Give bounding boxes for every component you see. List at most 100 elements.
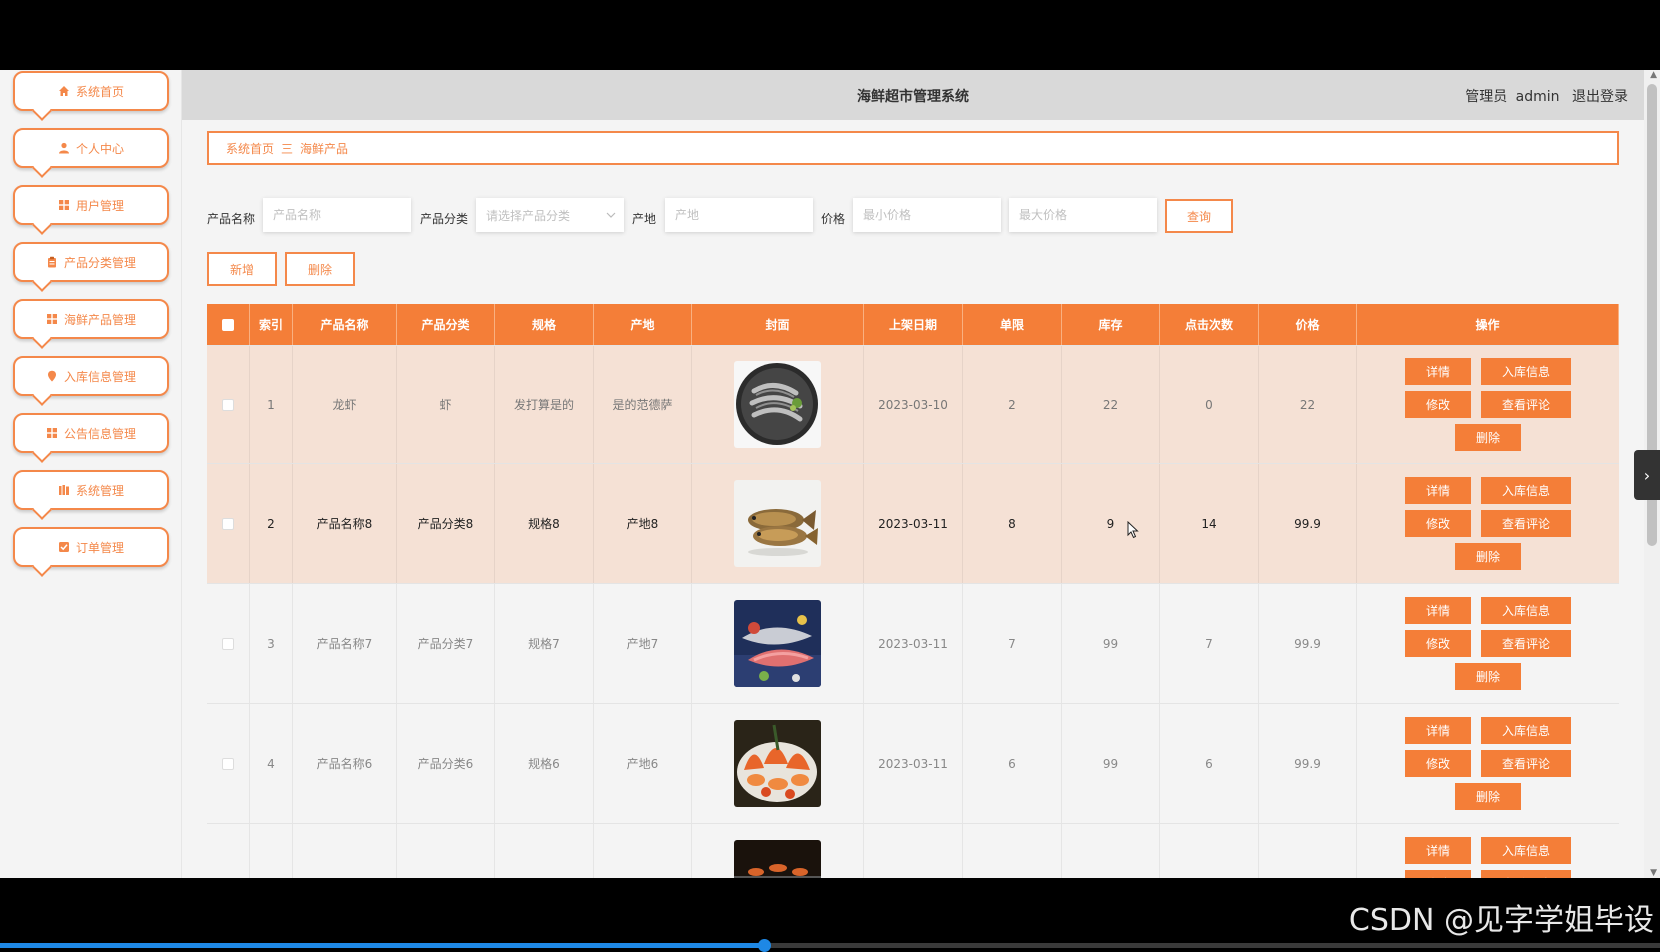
top-header: 海鲜超市管理系统 管理员 admin 退出登录 <box>182 70 1644 120</box>
video-progress-bar[interactable] <box>0 939 1660 952</box>
edit-button[interactable]: 修改 <box>1405 750 1471 777</box>
column-header: 规格 <box>495 304 594 345</box>
cell-date: 2023-03-11 <box>864 704 963 823</box>
cover-cell <box>692 704 864 823</box>
scroll-up-arrow-icon[interactable]: ▲ <box>1650 70 1657 80</box>
cell-stock: 99 <box>1062 584 1160 703</box>
home-icon <box>58 85 70 97</box>
max-price-input[interactable] <box>1009 198 1157 232</box>
origin-input[interactable] <box>665 198 813 232</box>
row-delete-button[interactable]: 删除 <box>1455 663 1521 690</box>
detail-button[interactable]: 详情 <box>1405 837 1471 864</box>
sidebar-item-wrapper: 公告信息管理 <box>0 413 169 453</box>
app-title: 海鲜超市管理系统 <box>857 89 969 105</box>
scroll-down-arrow-icon[interactable]: ▼ <box>1650 868 1657 878</box>
row-checkbox[interactable] <box>222 517 234 530</box>
sidebar-item-users[interactable]: 用户管理 <box>13 185 169 225</box>
query-button[interactable]: 查询 <box>1165 199 1233 233</box>
edit-button[interactable]: 修改 <box>1405 870 1471 878</box>
breadcrumb-home[interactable]: 系统首页 <box>226 140 274 157</box>
stock-info-button[interactable]: 入库信息 <box>1481 477 1571 504</box>
grid-icon <box>46 427 58 439</box>
row-select-cell <box>207 704 250 823</box>
sidebar-item-wrapper: 入库信息管理 <box>0 356 169 396</box>
view-comments-button[interactable]: 查看评论 <box>1481 391 1571 418</box>
row-delete-button[interactable]: 删除 <box>1455 543 1521 570</box>
select-all-checkbox[interactable] <box>222 318 234 331</box>
table-row[interactable]: 4 产品名称6 产品分类6 规格6 产地6 2023-03-11 6 99 6 99.9 详情 入… <box>207 704 1619 824</box>
edit-button[interactable]: 修改 <box>1405 391 1471 418</box>
cell-stock: 99 <box>1062 704 1160 823</box>
chevron-right-icon[interactable]: › <box>1634 450 1660 500</box>
view-comments-button[interactable]: 查看评论 <box>1481 750 1571 777</box>
stock-info-button[interactable]: 入库信息 <box>1481 717 1571 744</box>
row-actions: 详情 入库信息 修改 查看评论 删除 <box>1405 597 1571 690</box>
stock-info-button[interactable]: 入库信息 <box>1481 837 1571 864</box>
cell-date: 2023-03-11 <box>864 464 963 583</box>
sidebar-item-notice[interactable]: 公告信息管理 <box>13 413 169 453</box>
cell-date: 2023-03-10 <box>864 346 963 463</box>
table-row[interactable]: 3 产品名称7 产品分类7 规格7 产地7 2023-03-11 7 99 7 99.9 详情 入… <box>207 584 1619 704</box>
cell-stock: 22 <box>1062 346 1160 463</box>
detail-button[interactable]: 详情 <box>1405 477 1471 504</box>
detail-button[interactable]: 详情 <box>1405 597 1471 624</box>
sidebar-item-home[interactable]: 系统首页 <box>13 71 169 111</box>
category-select[interactable]: 请选择产品分类 <box>476 198 624 232</box>
sidebar-item-seafood[interactable]: 海鲜产品管理 <box>13 299 169 339</box>
video-progress-knob[interactable] <box>757 939 771 952</box>
row-delete-button[interactable]: 删除 <box>1455 783 1521 810</box>
column-header: 点击次数 <box>1160 304 1259 345</box>
min-price-input[interactable] <box>853 198 1001 232</box>
header-user-area: 管理员 admin 退出登录 <box>1457 86 1628 106</box>
view-comments-button[interactable]: 查看评论 <box>1481 630 1571 657</box>
watermark-text: CSDN @见字学姐毕设 <box>1348 903 1654 938</box>
price-label: 价格 <box>821 212 846 226</box>
sidebar-item-stock[interactable]: 入库信息管理 <box>13 356 169 396</box>
user-name: admin <box>1515 89 1560 105</box>
table-row[interactable]: 1 龙虾虾发打算是的 是的范德萨 2023-03-10 2 22 0 22 详情 入库信息 修… <box>207 346 1619 464</box>
sidebar-item-wrapper: 订单管理 <box>0 527 169 567</box>
stock-info-button[interactable]: 入库信息 <box>1481 358 1571 385</box>
sidebar-item-label: 产品分类管理 <box>63 255 136 270</box>
mouse-cursor-icon <box>1127 521 1139 539</box>
cell-category <box>397 824 495 878</box>
cover-cell <box>692 346 864 463</box>
seafood-platter-image <box>734 720 821 807</box>
cell-category: 产品分类8 <box>397 464 495 583</box>
cover-cell <box>692 464 864 583</box>
product-name-input[interactable] <box>263 198 411 232</box>
books-icon <box>58 484 70 496</box>
sidebar-item-label: 海鲜产品管理 <box>63 312 136 327</box>
row-delete-button[interactable]: 删除 <box>1455 424 1521 451</box>
sidebar-item-category[interactable]: 产品分类管理 <box>13 242 169 282</box>
ops-cell: 详情 入库信息 修改 查看评论 删除 <box>1357 584 1619 703</box>
view-comments-button[interactable]: 查看评论 <box>1481 510 1571 537</box>
cell-spec: 规格8 <box>495 464 594 583</box>
stock-info-button[interactable]: 入库信息 <box>1481 597 1571 624</box>
add-button[interactable]: 新增 <box>207 252 277 286</box>
cell-date: 2023-03-11 <box>864 584 963 703</box>
table-row[interactable]: 详情 入库信息 修改 查看评论 删除 <box>207 824 1619 878</box>
logout-link[interactable]: 退出登录 <box>1572 89 1628 105</box>
edit-button[interactable]: 修改 <box>1405 630 1471 657</box>
sidebar-item-profile[interactable]: 个人中心 <box>13 128 169 168</box>
sidebar-item-orders[interactable]: 订单管理 <box>13 527 169 567</box>
view-comments-button[interactable]: 查看评论 <box>1481 870 1571 878</box>
product-table: 索引 产品名称 产品分类 规格 产地 封面 上架日期 单限 库存 点击次数 价格 操作 1 龙虾虾发打算… <box>207 304 1619 878</box>
table-row[interactable]: 2 产品名称8 产品分类8 规格8 产地8 2023-03-11 8 9 14 99.9 详情 入… <box>207 464 1619 584</box>
cell-index: 3 <box>250 584 293 703</box>
row-checkbox[interactable] <box>222 398 234 411</box>
cell-price: 99.9 <box>1259 584 1357 703</box>
column-header: 产品名称 <box>293 304 397 345</box>
detail-button[interactable]: 详情 <box>1405 358 1471 385</box>
row-checkbox[interactable] <box>222 757 234 770</box>
cell-limit: 2 <box>963 346 1062 463</box>
batch-delete-button[interactable]: 删除 <box>285 252 355 286</box>
detail-button[interactable]: 详情 <box>1405 717 1471 744</box>
edit-button[interactable]: 修改 <box>1405 510 1471 537</box>
cell-stock <box>1062 824 1160 878</box>
cell-name: 产品名称8 <box>293 464 397 583</box>
cell-clicks: 0 <box>1160 346 1259 463</box>
sidebar-item-system[interactable]: 系统管理 <box>13 470 169 510</box>
row-checkbox[interactable] <box>222 637 234 650</box>
